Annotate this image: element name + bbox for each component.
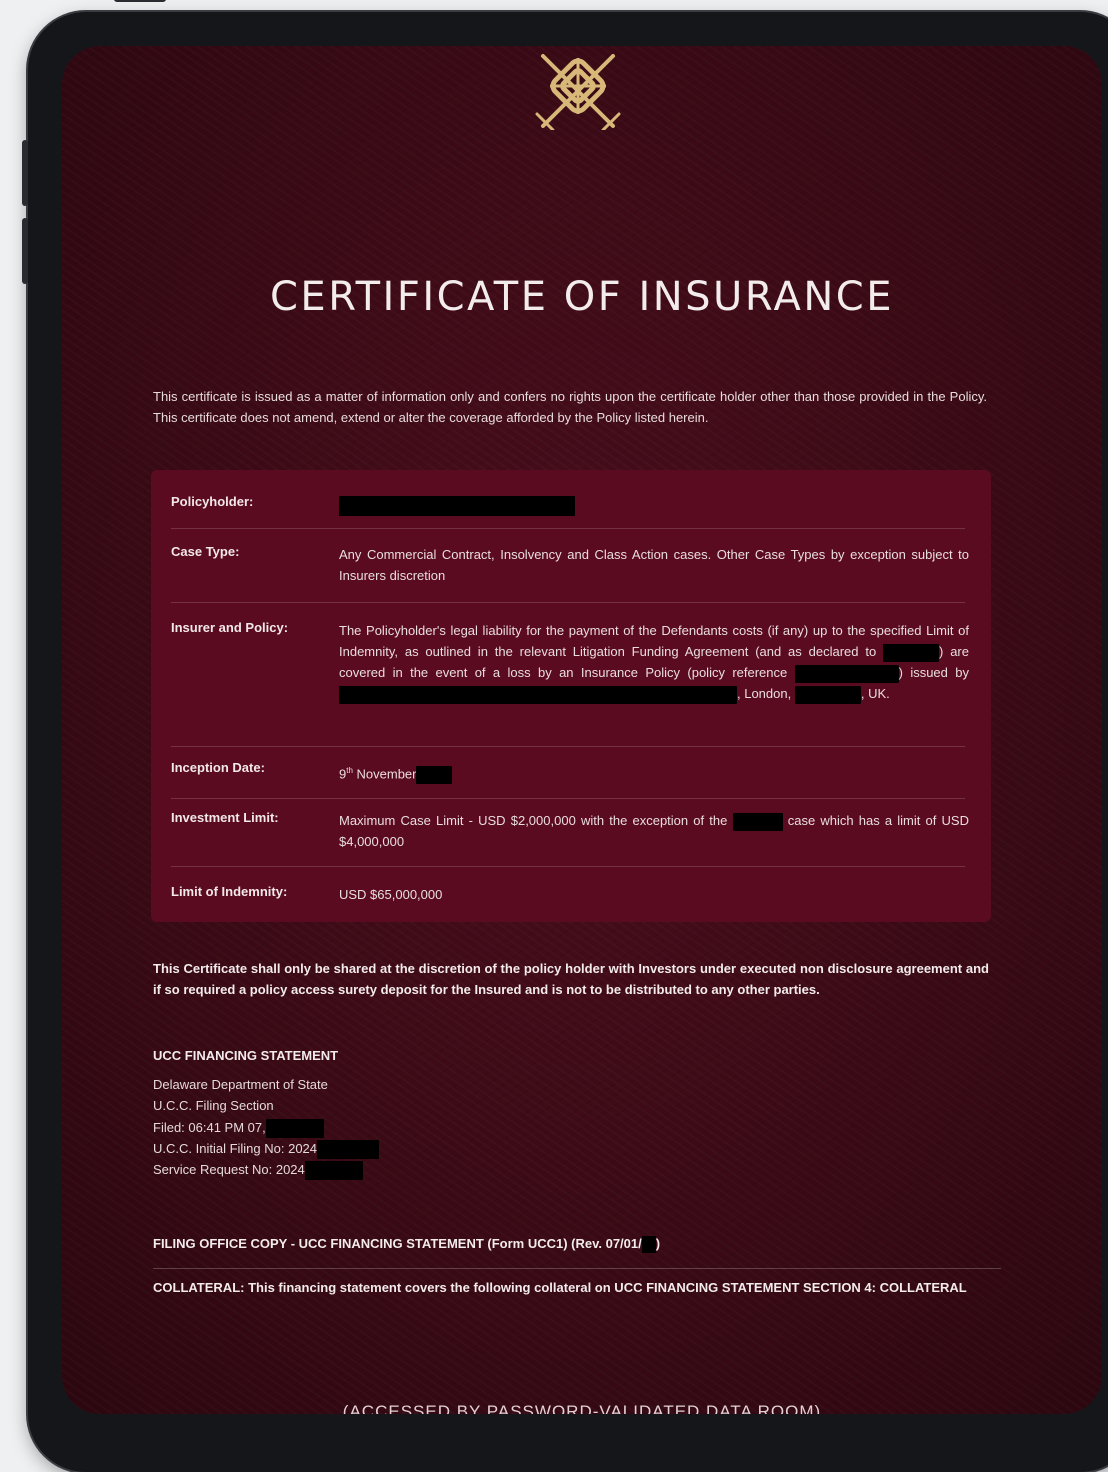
filing-office-copy: FILING OFFICE COPY - UCC FINANCING STATE… [153, 1236, 661, 1254]
redaction [732, 812, 783, 831]
redaction [265, 1119, 324, 1138]
redaction [339, 685, 737, 704]
inception-day-suffix: th [346, 766, 353, 775]
sharing-notice: This Certificate shall only be shared at… [153, 961, 989, 997]
case-type-label: Case Type: [171, 544, 240, 559]
intro-disclaimer: This certificate is issued as a matter o… [153, 389, 987, 425]
inception-date-value: 9th November [339, 760, 969, 784]
divider [171, 798, 965, 799]
insurer-text-4: , London, [737, 686, 792, 701]
ucc-heading: UCC FINANCING STATEMENT [153, 1048, 339, 1063]
ucc-initial-text: U.C.C. Initial Filing No: 2024 [153, 1140, 318, 1156]
divider [153, 1268, 1001, 1269]
divider [171, 866, 965, 867]
redaction [883, 643, 940, 662]
insurer-policy-value: The Policyholder's legal liability for t… [339, 620, 969, 704]
ucc-filed: Filed: 06:41 PM 07, [153, 1119, 324, 1138]
divider [171, 528, 965, 529]
insurer-text-3: ) issued by [898, 665, 969, 680]
tablet-button-top [114, 0, 166, 2]
collateral-statement: COLLATERAL: This financing statement cov… [153, 1280, 967, 1295]
filing-copy-text: FILING OFFICE COPY - UCC FINANCING STATE… [153, 1236, 642, 1251]
case-type-value: Any Commercial Contract, Insolvency and … [339, 547, 969, 583]
ucc-section: U.C.C. Filing Section [153, 1098, 274, 1113]
redaction [794, 664, 899, 683]
tablet-volume-up [22, 140, 28, 206]
redaction [416, 765, 453, 784]
certificate-screen[interactable]: CERTIFICATE OF INSURANCE This certificat… [62, 46, 1102, 1414]
divider [171, 602, 965, 603]
inception-date-label: Inception Date: [171, 760, 265, 775]
inception-month: November [352, 766, 417, 782]
insurer-policy-label: Insurer and Policy: [171, 620, 289, 635]
filing-copy-end: ) [655, 1236, 661, 1251]
ucc-dept: Delaware Department of State [153, 1077, 328, 1092]
divider [171, 746, 965, 747]
ucc-initial-filing: U.C.C. Initial Filing No: 2024 [153, 1140, 380, 1159]
redaction [339, 495, 575, 516]
redaction [794, 685, 861, 704]
investment-text-1: Maximum Case Limit - USD $2,000,000 with… [339, 813, 728, 828]
certificate-title: CERTIFICATE OF INSURANCE [270, 274, 894, 320]
limit-indemnity-label: Limit of Indemnity: [171, 884, 288, 899]
redaction [317, 1140, 380, 1159]
ucc-service-text: Service Request No: 2024 [153, 1161, 305, 1177]
ucc-service-request: Service Request No: 2024 [153, 1161, 363, 1180]
data-room-footer: (ACCESSED BY PASSWORD-VALIDATED DATA ROO… [342, 1402, 822, 1414]
insurer-text-5: , UK. [860, 686, 890, 701]
insurer-text-1: The Policyholder's legal liability for t… [339, 623, 969, 659]
policyholder-value [339, 494, 969, 516]
redaction [304, 1161, 363, 1180]
celtic-knot-crossed-swords-icon [535, 54, 621, 130]
investment-limit-value: Maximum Case Limit - USD $2,000,000 with… [339, 810, 969, 852]
redaction [641, 1236, 656, 1254]
limit-indemnity-value: USD $65,000,000 [339, 887, 443, 902]
policyholder-label: Policyholder: [171, 494, 254, 509]
ucc-filed-text: Filed: 06:41 PM 07, [153, 1119, 266, 1135]
tablet-volume-down [22, 218, 28, 284]
investment-limit-label: Investment Limit: [171, 810, 279, 825]
details-panel: Policyholder: Case Type: Any Commercial … [151, 470, 991, 922]
